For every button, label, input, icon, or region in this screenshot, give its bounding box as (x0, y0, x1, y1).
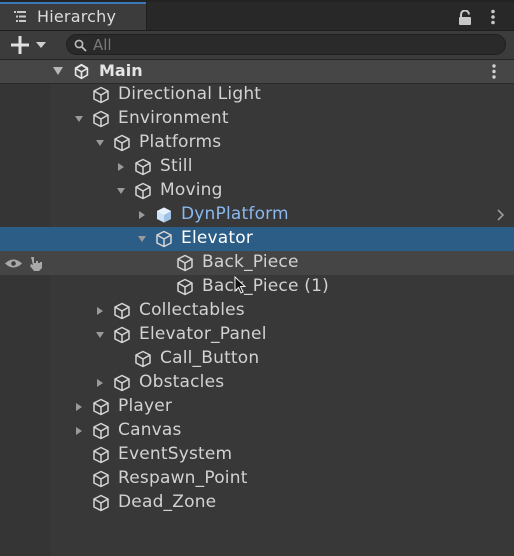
kebab-menu-icon[interactable] (486, 9, 500, 25)
hierarchy-item-label: Collectables (139, 300, 245, 320)
scene-menu-icon[interactable] (488, 63, 500, 80)
hierarchy-item-label: DynPlatform (181, 204, 289, 224)
hierarchy-item[interactable]: Platforms (0, 131, 514, 155)
cube-icon (114, 374, 130, 392)
hierarchy-item-label: Still (160, 156, 193, 176)
tab-title: Hierarchy (37, 7, 117, 26)
hierarchy-item[interactable]: EventSystem (0, 443, 514, 467)
expand-arrow-right-icon[interactable] (74, 426, 84, 436)
hierarchy-item-label: Respawn_Point (118, 468, 248, 488)
prefab-cube-icon (157, 207, 171, 223)
cube-icon (177, 278, 193, 296)
search-field[interactable] (66, 34, 506, 55)
expand-arrow-right-icon[interactable] (137, 210, 147, 220)
cube-icon (93, 422, 109, 440)
scene-header[interactable]: Main (0, 60, 514, 84)
hierarchy-item[interactable]: DynPlatform (0, 203, 514, 227)
hierarchy-item[interactable]: Directional Light (0, 83, 514, 107)
cube-icon (114, 302, 130, 320)
hierarchy-item[interactable]: Respawn_Point (0, 467, 514, 491)
cube-icon (135, 158, 151, 176)
expand-arrow-right-icon[interactable] (95, 378, 105, 388)
hierarchy-item-label: Environment (118, 108, 229, 128)
scene-name: Main (99, 61, 143, 80)
hierarchy-item-label: Obstacles (139, 372, 225, 392)
cube-icon (93, 398, 109, 416)
hierarchy-item-label: Player (118, 396, 173, 416)
expand-arrow-right-icon[interactable] (74, 402, 84, 412)
expand-arrow-right-icon[interactable] (116, 162, 126, 172)
cube-icon (93, 110, 109, 128)
lock-icon[interactable] (458, 10, 472, 25)
hierarchy-item-label: Call_Button (160, 348, 260, 368)
cube-icon (114, 326, 130, 344)
tab-bar: Hierarchy (0, 2, 514, 31)
hierarchy-item-label: Back_Piece (202, 252, 299, 272)
hierarchy-item[interactable]: Collectables (0, 299, 514, 323)
cube-icon (135, 182, 151, 200)
expand-arrow-down-icon[interactable] (95, 330, 105, 340)
search-input[interactable] (93, 36, 493, 53)
hierarchy-item[interactable]: Environment (0, 107, 514, 131)
expand-arrow-down-icon[interactable] (116, 186, 126, 196)
hierarchy-item[interactable]: Player (0, 395, 514, 419)
hierarchy-list-icon (14, 11, 26, 22)
hierarchy-item-label: Canvas (118, 420, 182, 440)
hierarchy-item-label: Directional Light (118, 84, 262, 104)
cube-icon (114, 134, 130, 152)
hierarchy-item-label: Platforms (139, 132, 222, 152)
hierarchy-item[interactable]: Moving (0, 179, 514, 203)
hierarchy-item[interactable]: Back_Piece (0, 251, 514, 275)
hierarchy-item[interactable]: Obstacles (0, 371, 514, 395)
cube-icon (135, 350, 151, 368)
cube-icon (93, 86, 109, 104)
hierarchy-item[interactable]: Elevator_Panel (0, 323, 514, 347)
hierarchy-item-label: Elevator_Panel (139, 324, 267, 344)
hierarchy-item[interactable]: Back_Piece (1) (0, 275, 514, 299)
expand-arrow-down-icon[interactable] (137, 234, 147, 244)
hierarchy-item-label: EventSystem (118, 444, 233, 464)
hierarchy-item-label: Dead_Zone (118, 492, 217, 512)
expand-arrow-down-icon[interactable] (95, 138, 105, 148)
add-object-button[interactable] (8, 35, 50, 55)
mouse-cursor-icon (234, 276, 246, 294)
hierarchy-item-label: Moving (160, 180, 223, 200)
hierarchy-toolbar (0, 31, 514, 60)
cube-icon (93, 494, 109, 512)
eye-icon[interactable] (4, 258, 23, 269)
hierarchy-item[interactable]: Call_Button (0, 347, 514, 371)
cube-icon (93, 446, 109, 464)
search-icon (74, 39, 87, 52)
cube-icon (156, 230, 172, 248)
hierarchy-item[interactable]: Canvas (0, 419, 514, 443)
hand-pointer-icon[interactable] (28, 255, 45, 272)
cube-icon (177, 254, 193, 272)
hierarchy-item[interactable]: Elevator (0, 227, 514, 251)
collapse-arrow-icon[interactable] (53, 66, 63, 76)
cube-icon (93, 470, 109, 488)
hierarchy-item-label: Back_Piece (1) (202, 276, 329, 296)
hierarchy-item[interactable]: Dead_Zone (0, 491, 514, 515)
hierarchy-item-label: Elevator (181, 228, 254, 248)
open-prefab-chevron-icon[interactable] (496, 209, 505, 221)
tab-hierarchy[interactable]: Hierarchy (0, 2, 147, 30)
expand-arrow-right-icon[interactable] (95, 306, 105, 316)
unity-logo-icon (74, 63, 89, 80)
hierarchy-item[interactable]: Still (0, 155, 514, 179)
expand-arrow-down-icon[interactable] (74, 114, 84, 124)
